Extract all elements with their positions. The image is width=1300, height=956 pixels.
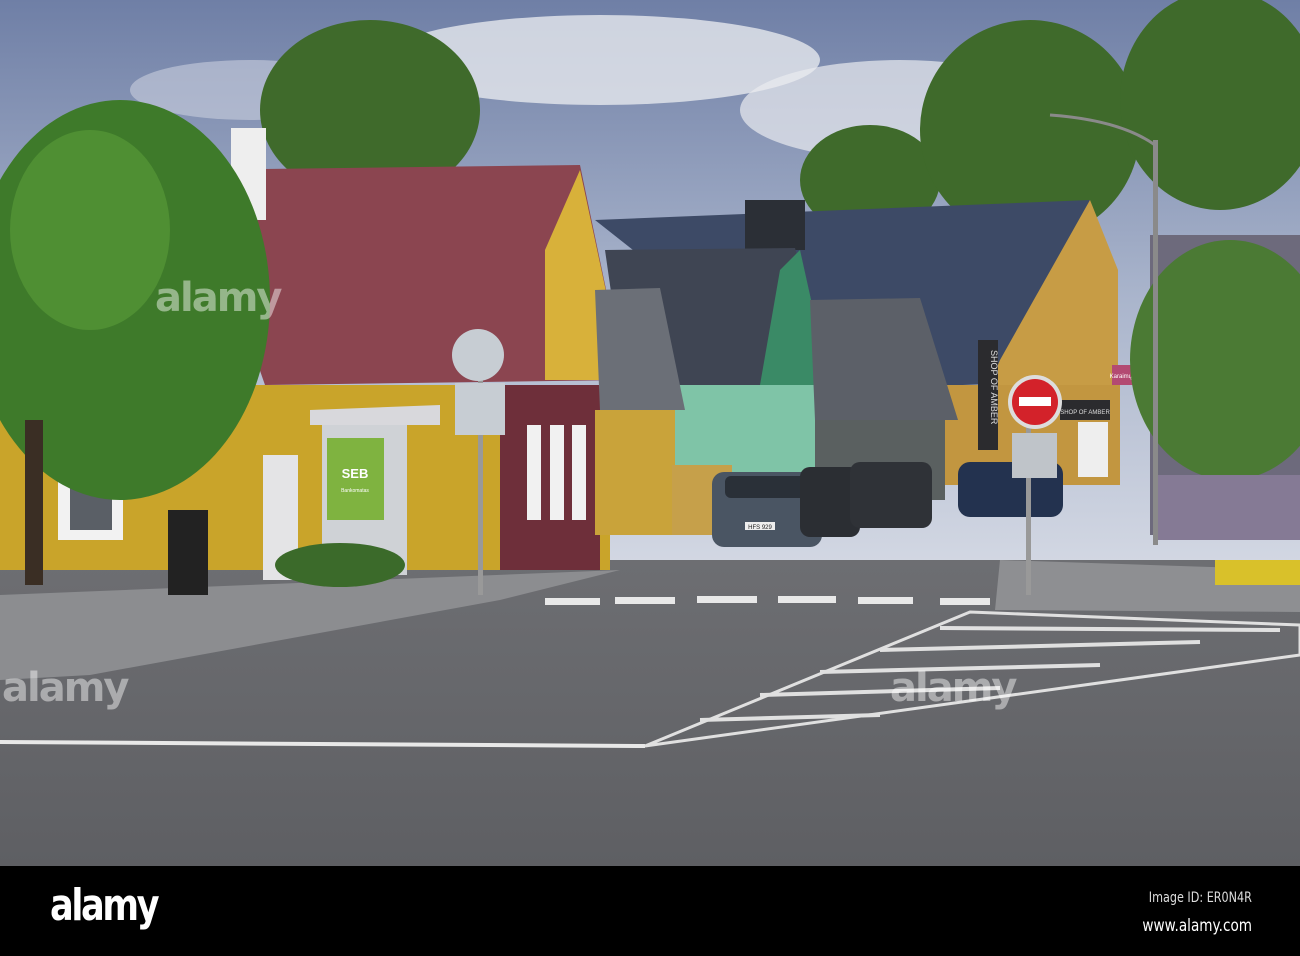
atm-sign: SEB bbox=[342, 466, 369, 481]
watermark: alamy bbox=[155, 275, 282, 321]
road bbox=[0, 560, 1300, 866]
alamy-logo: alamy bbox=[50, 880, 160, 931]
license-plate: HFS 929 bbox=[748, 525, 772, 531]
image-id: Image ID: ER0N4R bbox=[1148, 890, 1252, 906]
shop-sign-vertical: SHOP OF AMBER bbox=[989, 350, 999, 425]
atm-subtitle: Bankomatas bbox=[341, 488, 369, 494]
website-link: www.alamy.com bbox=[1142, 916, 1252, 936]
shop-sign-horizontal: SHOP OF AMBER bbox=[1060, 410, 1110, 416]
watermark: alamy bbox=[2, 665, 129, 711]
street-photo: SEB Bankomatas SHOP OF AMBER SHOP OF AMB… bbox=[0, 0, 1300, 866]
watermark: alamy bbox=[890, 665, 1017, 711]
footer-bar: alamy Image ID: ER0N4R www.alamy.com bbox=[0, 866, 1300, 956]
